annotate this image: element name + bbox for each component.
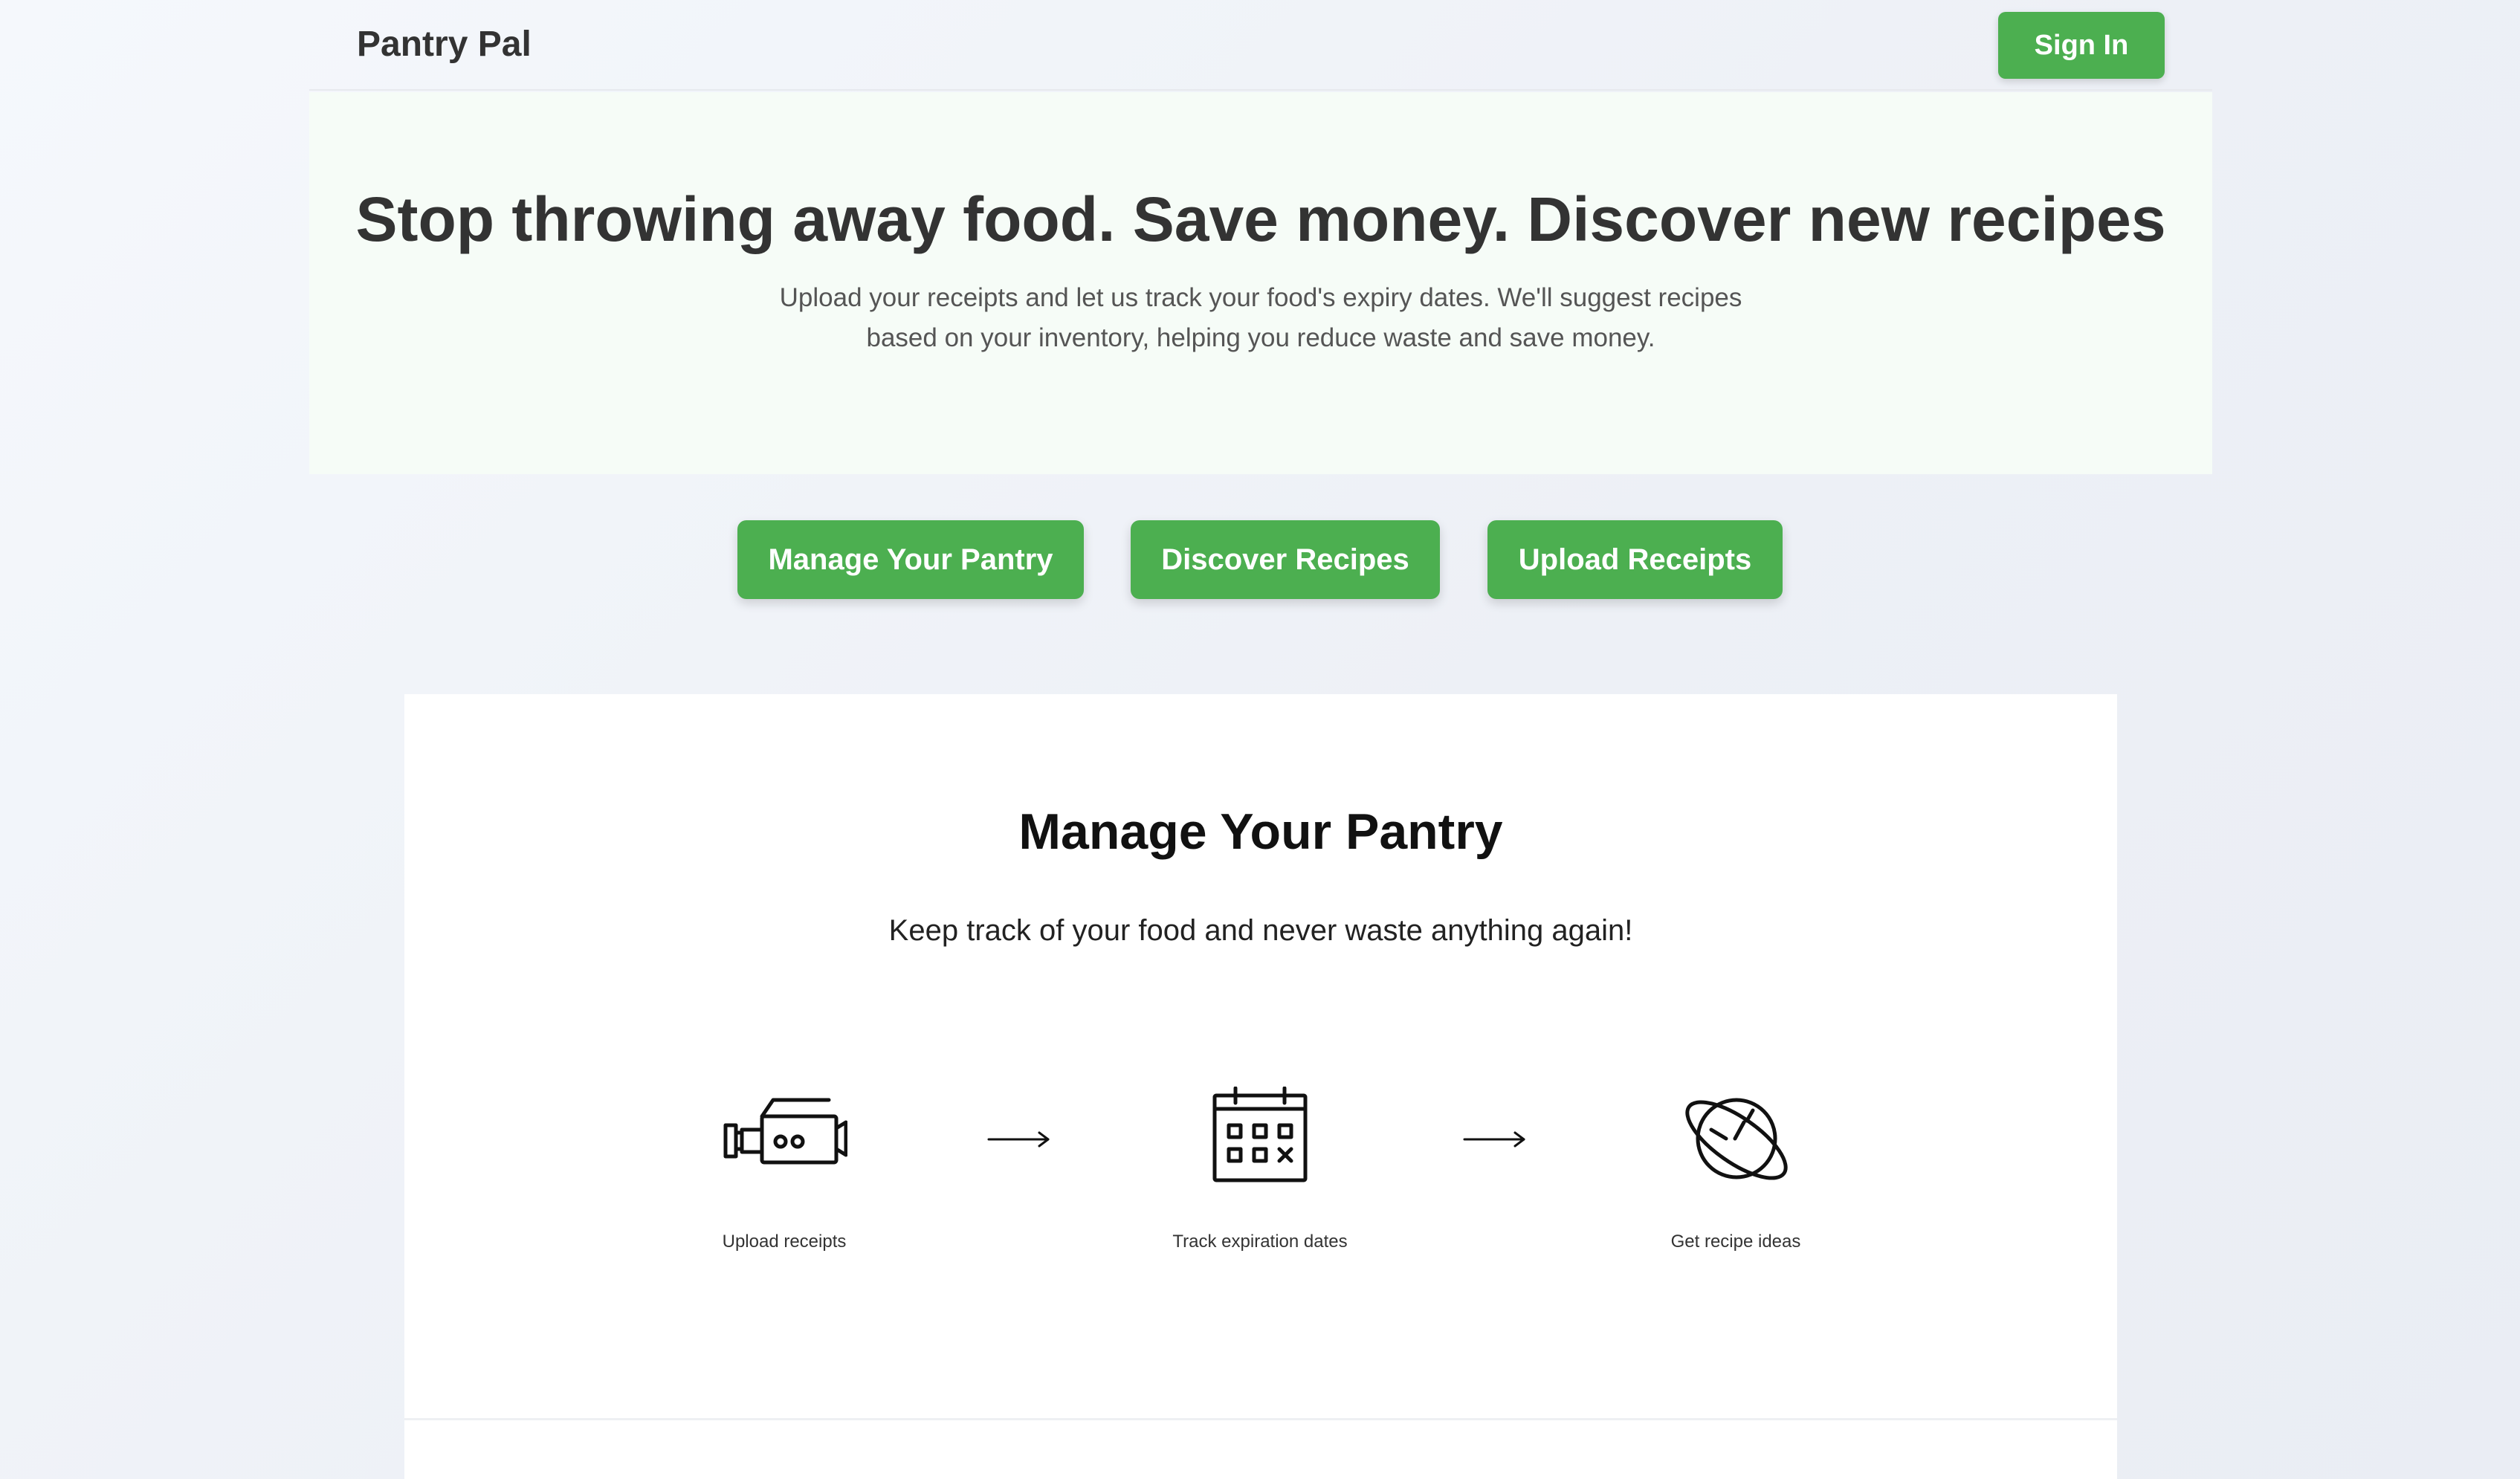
manage-pantry-card: Manage Your Pantry Keep track of your fo… <box>404 694 2117 1420</box>
hero-title: Stop throwing away food. Save money. Dis… <box>355 184 2166 254</box>
calendar-icon <box>1197 1087 1323 1191</box>
hero-subtitle-line-1: Upload your receipts and let us track yo… <box>779 283 1742 312</box>
video-camera-icon <box>721 1087 847 1191</box>
arrow-right-icon <box>986 1128 1053 1150</box>
manage-pantry-button[interactable]: Manage Your Pantry <box>737 520 1084 599</box>
discover-recipes-button[interactable]: Discover Recipes <box>1131 520 1440 599</box>
hero-subtitle: Upload your receipts and let us track yo… <box>309 278 2212 358</box>
section-title: Manage Your Pantry <box>1018 803 1503 860</box>
hero-subtitle-line-2: based on your inventory, helping you red… <box>866 323 1655 352</box>
upload-receipts-button[interactable]: Upload Receipts <box>1487 520 1783 599</box>
step-label-track-expiration: Track expiration dates <box>1172 1232 1348 1252</box>
site-header: Pantry Pal Sign In <box>309 0 2212 91</box>
sign-in-button[interactable]: Sign In <box>1998 12 2165 79</box>
action-buttons: Manage Your Pantry Discover Recipes Uplo… <box>0 520 2520 599</box>
hero-section: Stop throwing away food. Save money. Dis… <box>309 92 2212 474</box>
arrow-right-icon <box>1461 1128 1528 1150</box>
next-card-edge <box>404 1420 2117 1479</box>
app-logo[interactable]: Pantry Pal <box>357 22 532 67</box>
planet-icon <box>1673 1087 1799 1191</box>
section-subtitle: Keep track of your food and never waste … <box>888 914 1633 947</box>
step-label-recipe-ideas: Get recipe ideas <box>1670 1232 1801 1252</box>
step-label-upload-receipts: Upload receipts <box>722 1232 847 1252</box>
